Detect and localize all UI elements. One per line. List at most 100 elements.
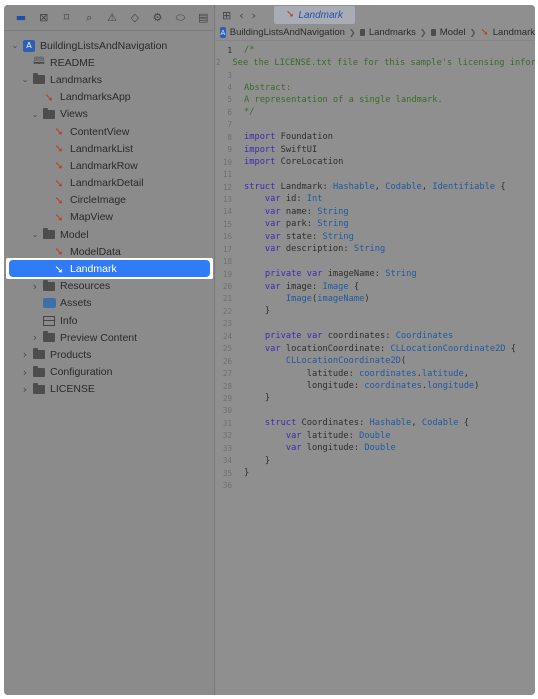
forward-icon[interactable]: ›	[252, 9, 256, 22]
code-line[interactable]: 24 private var coordinates: Coordinates	[216, 330, 535, 342]
tree-item-views[interactable]: ⌄ Views	[4, 106, 214, 123]
code-line[interactable]: 2 See the LICENSE.txt file for this sampl…	[216, 56, 535, 68]
chevron-right-icon: ❯	[469, 28, 477, 37]
tree-item-landmarks[interactable]: ⌄ Landmarks	[4, 71, 214, 88]
tree-item-model[interactable]: ⌄ Model	[4, 226, 214, 243]
chevron-down-icon[interactable]: ⌄	[10, 41, 20, 50]
tree-item-circleimage[interactable]: ➘ CircleImage	[4, 192, 214, 209]
code-line[interactable]: 22 }	[216, 305, 535, 317]
code-line[interactable]: 23	[216, 318, 535, 330]
sidebar-icon[interactable]: ▬	[10, 8, 32, 28]
tree-item-buildinglistsandnavigation[interactable]: ⌄ A BuildingListsAndNavigation	[4, 37, 214, 54]
code-line[interactable]: 15 var park: String	[216, 218, 535, 230]
jumpbar-group-landmarks[interactable]: Landmarks	[369, 27, 416, 38]
code-token: Image	[322, 281, 349, 292]
code-line[interactable]: 9 import SwiftUI	[216, 144, 535, 156]
code-line[interactable]: 32 var latitude: Double	[216, 430, 535, 442]
code-line[interactable]: 13 var id: Int	[216, 193, 535, 205]
code-line[interactable]: 7	[216, 119, 535, 131]
code-line[interactable]: 1 /*	[216, 44, 535, 56]
tree-item-readme[interactable]: 🕮 README	[4, 54, 214, 71]
folder-icon	[32, 73, 46, 86]
chevron-right-icon: ❯	[348, 28, 356, 37]
code-line[interactable]: 19 private var imageName: String	[216, 268, 535, 280]
jump-bar[interactable]: A BuildingListsAndNavigation ❯ Landmarks…	[216, 25, 535, 41]
code-line[interactable]: 17 var description: String	[216, 243, 535, 255]
code-line[interactable]: 16 var state: String	[216, 231, 535, 243]
code-line[interactable]: 27 latitude: coordinates. latitude,	[216, 367, 535, 379]
tree-item-assets[interactable]: Assets	[4, 295, 214, 312]
code-token: }	[244, 393, 271, 404]
tree-item-preview-content[interactable]: › Preview Content	[4, 329, 214, 346]
swift-file-icon: ➘	[54, 210, 64, 224]
code-line[interactable]: 28 longitude: coordinates. longitude)	[216, 380, 535, 392]
code-line[interactable]: 26 CLLocationCoordinate2D(	[216, 355, 535, 367]
line-number: 18	[222, 257, 232, 267]
code-line[interactable]: 25 var locationCoordinate: CLLocationCoo…	[216, 343, 535, 355]
tree-item-license[interactable]: › LICENSE	[4, 381, 214, 398]
code-line[interactable]: 35}	[216, 467, 535, 479]
jumpbar-file[interactable]: Landmark	[493, 27, 535, 38]
line-number: 33	[222, 443, 232, 453]
chevron-right-icon[interactable]: ›	[20, 348, 30, 361]
tree-item-mapview[interactable]: ➘ MapView	[4, 209, 214, 226]
chevron-right-icon[interactable]: ›	[30, 280, 40, 293]
code-line[interactable]: 36	[216, 479, 535, 491]
jumpbar-group-model[interactable]: Model	[440, 27, 466, 38]
jumpbar-project[interactable]: BuildingListsAndNavigation	[230, 27, 345, 38]
chevron-right-icon[interactable]: ›	[20, 383, 30, 396]
debug-icon[interactable]: ⚙	[147, 8, 169, 28]
code-line[interactable]: 8 import Foundation	[216, 131, 535, 143]
code-line[interactable]: 20 var image: Image {	[216, 280, 535, 292]
tree-item-landmarklist[interactable]: ➘ LandmarkList	[4, 140, 214, 157]
code-line[interactable]: 18	[216, 255, 535, 267]
tree-item-info[interactable]: Info	[4, 312, 214, 329]
code-line[interactable]: 10 import CoreLocation	[216, 156, 535, 168]
source-control-icon[interactable]: ⊠	[33, 8, 55, 28]
test-icon[interactable]: ◇	[124, 8, 146, 28]
line-number: 7	[227, 120, 232, 130]
back-icon[interactable]: ‹	[239, 9, 243, 22]
chevron-right-icon[interactable]: ›	[30, 331, 40, 344]
code-line[interactable]: 14 var name: String	[216, 206, 535, 218]
breakpoint-icon[interactable]: ⬭	[169, 8, 191, 28]
code-line[interactable]: 4 Abstract:	[216, 81, 535, 93]
code-line[interactable]: 21 Image(imageName)	[216, 293, 535, 305]
chevron-down-icon[interactable]: ⌄	[30, 230, 40, 239]
bookmark-icon[interactable]: ⌑	[56, 8, 78, 28]
code-line[interactable]: 11	[216, 168, 535, 180]
report-icon[interactable]: ▤	[192, 8, 214, 28]
code-line[interactable]: 5 A representation of a single landmark.	[216, 94, 535, 106]
code-token: var	[264, 219, 281, 230]
code-line[interactable]: 3	[216, 69, 535, 81]
chevron-down-icon[interactable]: ⌄	[30, 110, 40, 119]
tree-item-products[interactable]: › Products	[4, 346, 214, 363]
tree-item-landmarksapp[interactable]: ➘ LandmarksApp	[4, 89, 214, 106]
chevron-down-icon[interactable]: ⌄	[20, 75, 30, 84]
tree-item-configuration[interactable]: › Configuration	[4, 364, 214, 381]
code-line[interactable]: 29 }	[216, 392, 535, 404]
line-number: 11	[222, 170, 232, 180]
tab-landmark[interactable]: ➘ Landmark	[274, 6, 355, 24]
tree-item-landmark[interactable]: ➘ Landmark	[4, 258, 214, 280]
line-number: 29	[222, 393, 232, 403]
code-line[interactable]: 34 }	[216, 454, 535, 466]
code-token: locationCoordinate:	[280, 343, 391, 354]
code-line[interactable]: 6 */	[216, 106, 535, 118]
code-area[interactable]: 1 /* 2 See the LICENSE.txt file for this sa…	[216, 41, 535, 492]
code-line[interactable]: 30	[216, 405, 535, 417]
line-number: 36	[222, 481, 232, 491]
code-line[interactable]: 31 struct Coordinates: Hashable, Codable…	[216, 417, 535, 429]
code-line[interactable]: 33 var longitude: Double	[216, 442, 535, 454]
tree-item-landmarkdetail[interactable]: ➘ LandmarkDetail	[4, 175, 214, 192]
search-icon[interactable]: ⌕	[78, 8, 100, 28]
line-number: 17	[222, 244, 232, 254]
chevron-right-icon[interactable]: ›	[20, 366, 30, 379]
xcode-window: ▬ ⊠ ⌑ ⌕ ⚠ ◇ ⚙ ⬭ ▤ ⌄ A BuildingListsAndNavigation 🕮 R…	[4, 5, 535, 695]
code-line[interactable]: 12 struct Landmark: Hashable, Codable, Id…	[216, 181, 535, 193]
grid-icon[interactable]: ⊞	[222, 9, 231, 22]
tree-item-contentview[interactable]: ➘ ContentView	[4, 123, 214, 140]
tree-item-resources[interactable]: › Resources	[4, 278, 214, 295]
tree-item-landmarkrow[interactable]: ➘ LandmarkRow	[4, 157, 214, 174]
warning-icon[interactable]: ⚠	[101, 8, 123, 28]
